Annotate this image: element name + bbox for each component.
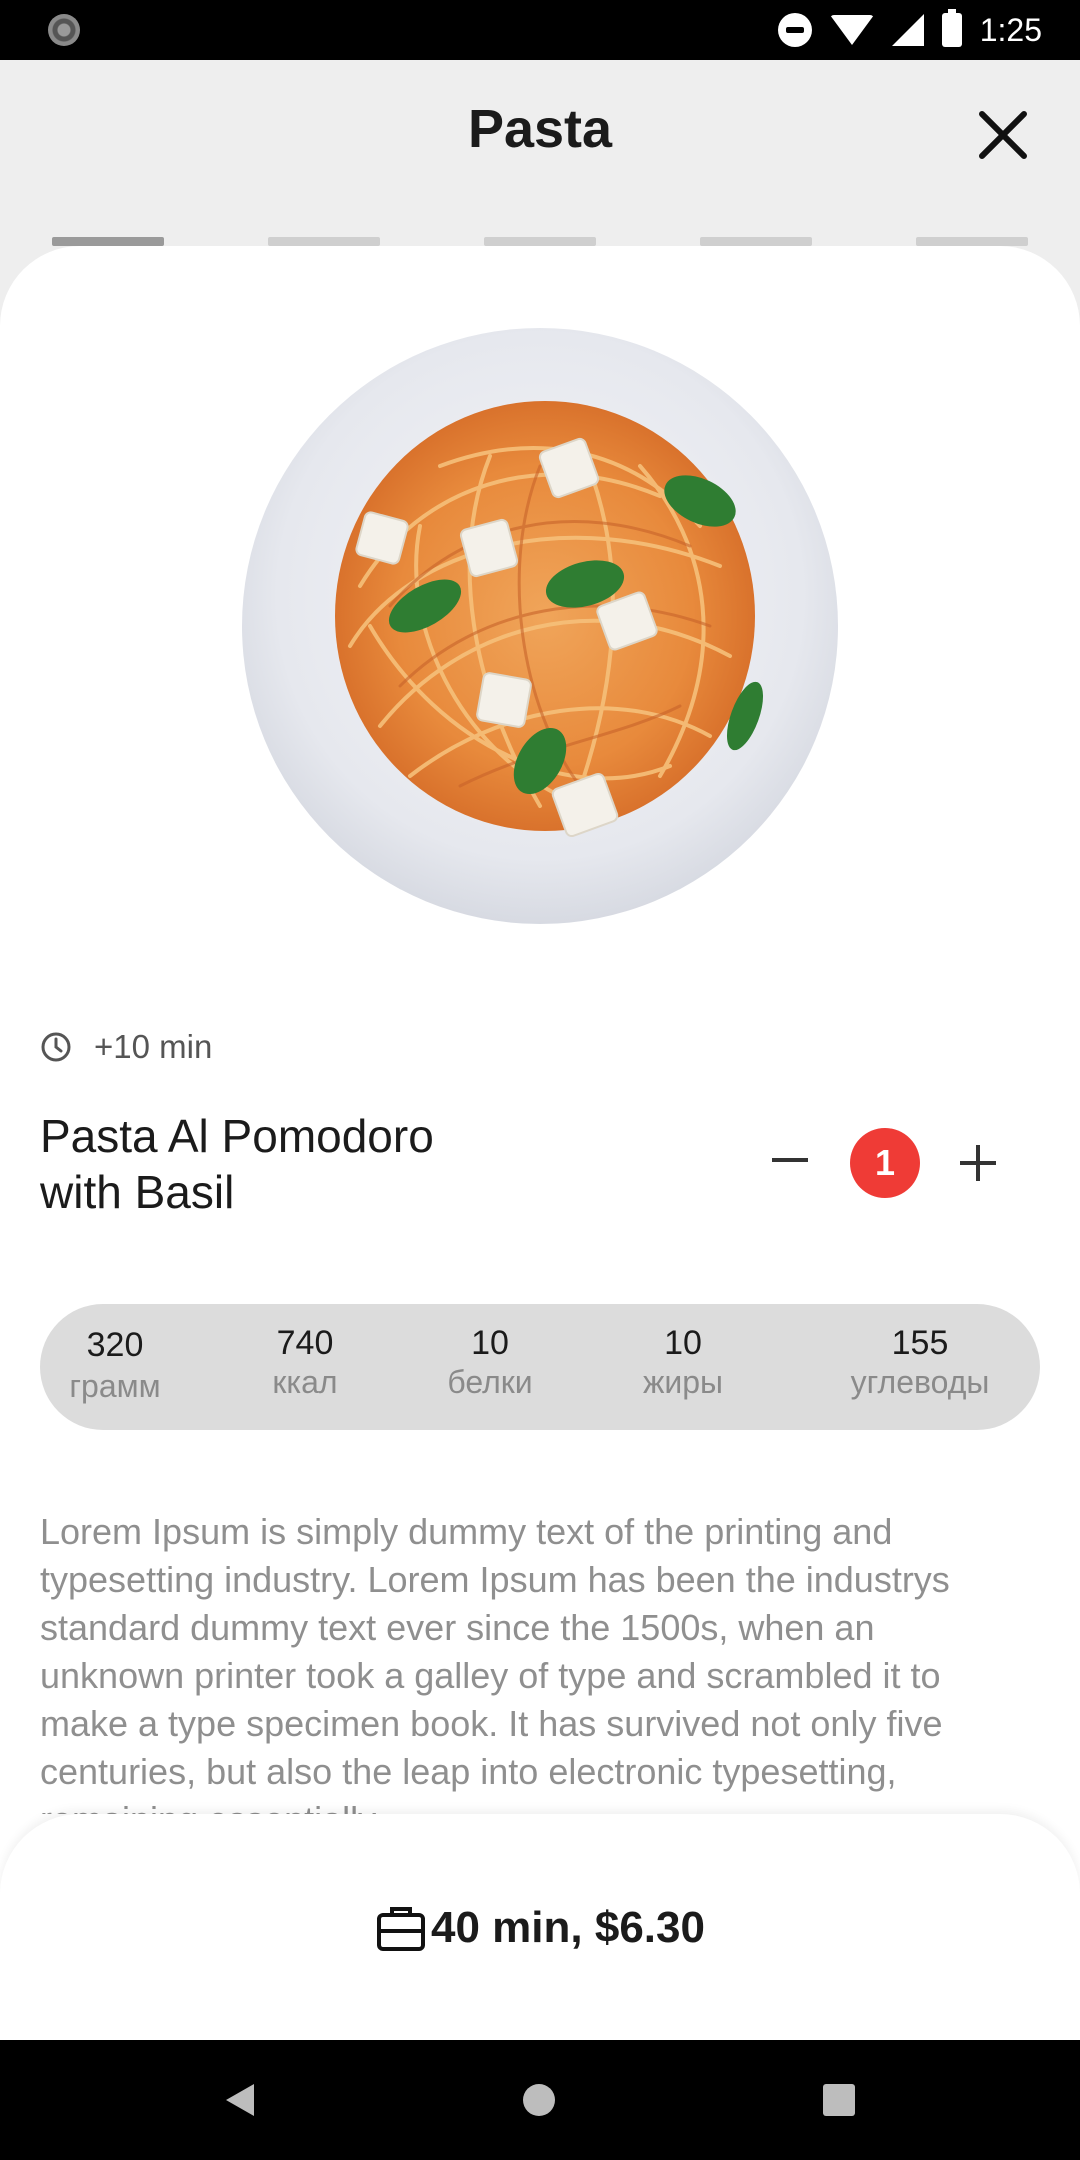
nutrition-item-carbs: 155 углеводы [830,1304,1010,1430]
minus-icon [772,1158,808,1162]
do-not-disturb-icon [777,13,812,47]
order-button[interactable]: 40 min, $6.30 [340,1898,740,1958]
step-indicators [52,237,1028,246]
dish-name-line2: with Basil [40,1166,235,1218]
wifi-icon [829,15,874,45]
status-icons: 1:25 [777,9,1042,50]
close-button[interactable] [970,102,1036,168]
dish-name: Pasta Al Pomodoro with Basil [40,1108,600,1220]
extra-time-text: +10 min [94,1028,213,1065]
decrease-quantity-button[interactable] [760,1128,820,1194]
recents-icon[interactable] [823,2084,855,2116]
nutrition-value: 740 [276,1324,334,1362]
status-bar: 1:25 [0,0,1080,60]
nutrition-label: грамм [69,1368,161,1404]
nutrition-value: 320 [86,1326,144,1364]
bag-icon [375,1903,427,1953]
system-nav-bar [0,2040,1080,2160]
clock-icon [40,1031,72,1063]
close-icon [979,111,1027,159]
dish-description: Lorem Ipsum is simply dummy text of the … [40,1511,950,1814]
nutrition-label: углеводы [850,1364,990,1400]
dish-name-line1: Pasta Al Pomodoro [40,1110,434,1162]
bottom-sheet: 40 min, $6.30 [0,1814,1080,2040]
page-title: Pasta [467,99,613,159]
header: Pasta [0,60,1080,200]
step-indicator[interactable] [700,237,812,246]
status-time: 1:25 [979,11,1042,48]
nutrition-info: 320 грамм 740 ккал 10 белки 10 жиры 155 … [40,1304,1040,1430]
step-indicator[interactable] [916,237,1028,246]
order-label: 40 min, $6.30 [431,1903,705,1952]
nutrition-item-weight: 320 грамм [50,1304,180,1430]
signal-icon [891,14,924,46]
home-icon[interactable] [523,2084,555,2116]
nutrition-label: жиры [642,1364,724,1400]
quantity-stepper: 1 [760,1128,1010,1198]
extra-time-row: +10 min [40,1028,212,1066]
back-icon[interactable] [226,2084,254,2116]
quantity-badge: 1 [850,1128,920,1198]
battery-icon [941,9,962,47]
step-indicator[interactable] [484,237,596,246]
nutrition-item-kcal: 740 ккал [240,1304,370,1430]
nutrition-label: ккал [272,1364,338,1400]
nutrition-item-protein: 10 белки [425,1304,555,1430]
nutrition-value: 10 [471,1324,509,1362]
nutrition-value: 155 [891,1324,949,1362]
nutrition-item-fat: 10 жиры [618,1304,748,1430]
notification-icon [48,14,80,46]
nutrition-label: белки [447,1364,533,1400]
increase-quantity-button[interactable] [945,1128,1011,1198]
pasta-dish-image [240,326,840,926]
step-indicator[interactable] [268,237,380,246]
step-indicator[interactable] [52,237,164,246]
nutrition-value: 10 [664,1324,702,1362]
